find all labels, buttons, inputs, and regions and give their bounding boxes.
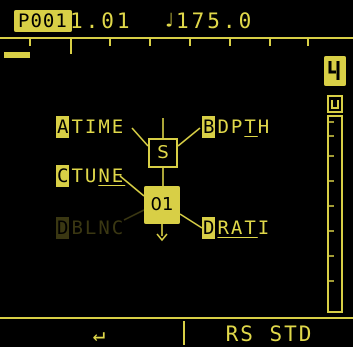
- return-button[interactable]: ↵: [20, 321, 180, 346]
- rs-std-button[interactable]: RS STD: [186, 321, 353, 346]
- param-c-tune[interactable]: C TUNE: [56, 165, 125, 187]
- param-c-label-pre: TU: [71, 165, 99, 187]
- footer-bar: ↵ RS STD: [0, 317, 353, 346]
- param-d-key: D: [202, 217, 216, 239]
- source-box[interactable]: S: [148, 138, 178, 168]
- param-a-key: A: [56, 116, 70, 138]
- param-balance-disabled: D BLNC: [56, 217, 125, 239]
- param-c-label-ul: NE: [98, 165, 126, 187]
- param-a-time[interactable]: A TIME: [56, 116, 125, 138]
- param-c-key: C: [56, 165, 70, 187]
- device-screen: P001 1.01 ♩ 175.0 A TIME B DPTH C TUNE D…: [0, 0, 353, 346]
- param-d-label-post: I: [257, 217, 272, 239]
- param-b-label-post: H: [257, 116, 272, 138]
- param-b-label-ul: T: [244, 116, 258, 138]
- param-b-depth[interactable]: B DPTH: [202, 116, 271, 138]
- param-b-key: B: [202, 116, 216, 138]
- param-d-label-ul: RAT: [217, 217, 258, 239]
- routing-lines: [119, 118, 203, 242]
- output-box[interactable]: 01: [144, 186, 180, 224]
- param-b-label-pre: DP: [217, 116, 245, 138]
- return-arrow-icon: ↵: [92, 322, 108, 346]
- param-balance-key: D: [56, 217, 70, 239]
- param-a-label: TIME: [71, 116, 126, 138]
- footer-separator: [183, 321, 185, 345]
- param-balance-label: BLNC: [71, 217, 126, 239]
- param-d-ratio[interactable]: D RATI: [202, 217, 271, 239]
